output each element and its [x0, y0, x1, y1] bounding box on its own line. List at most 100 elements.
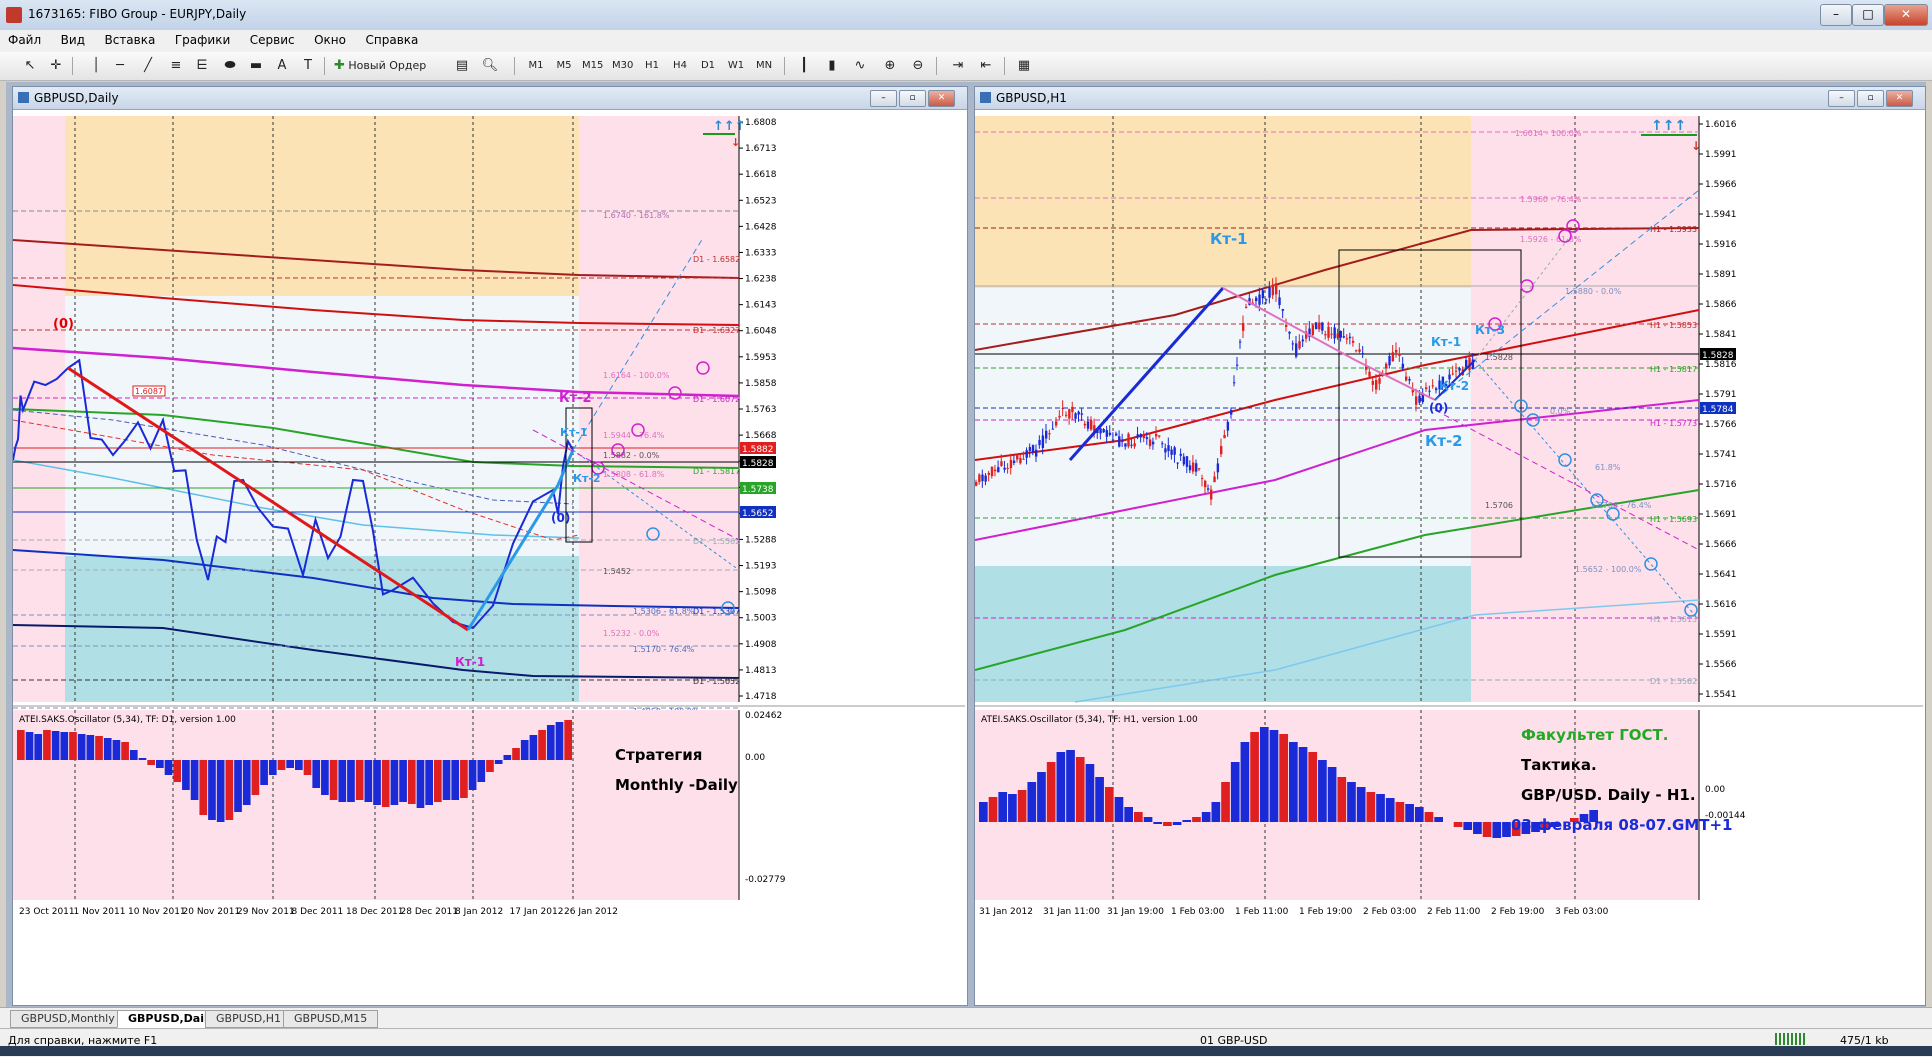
menu-window[interactable]: Окно	[306, 30, 354, 50]
horizontal-line-icon[interactable]: ─	[110, 56, 130, 76]
tab-gbpusd-m15[interactable]: GBPUSD,M15	[283, 1010, 379, 1028]
price-tick-label: 1.4908	[745, 640, 777, 650]
level-label: 1.6740 - 161.8%	[603, 211, 670, 220]
minimize-button[interactable]: –	[1828, 90, 1855, 107]
tf-h1-button[interactable]: H1	[642, 56, 662, 76]
toolbar: ↖ ✛ │ ─ ╱ ≡ ⋿ ⬬ ▬ A T ✚ Новый Ордер ▤ 🔍︎…	[0, 52, 1932, 81]
oscillator-bar	[1182, 820, 1192, 822]
oscillator-bar	[164, 760, 173, 775]
new-order-button[interactable]: ✚ Новый Ордер	[334, 56, 444, 76]
ellipse-icon[interactable]: ⬬	[220, 56, 240, 76]
oscillator-bar	[1075, 757, 1085, 822]
menu-help[interactable]: Справка	[358, 30, 427, 50]
auto-scroll-icon[interactable]: ⇥	[948, 56, 968, 76]
oscillator-bar	[1104, 787, 1114, 822]
chart-window-h1: GBPUSD,H1 – ▫ ✕ 1.6016 1.5991 1.5966 1.5941…	[974, 86, 1926, 1006]
price-tick-label: 1.6333	[745, 248, 777, 258]
restore-button[interactable]: ▫	[1857, 90, 1884, 107]
trendline-icon[interactable]: ╱	[138, 56, 158, 76]
tab-gbpusd-monthly[interactable]: GBPUSD,Monthly	[10, 1010, 126, 1028]
candle-body	[1105, 430, 1109, 437]
price-tick-label: 1.5716	[1705, 480, 1737, 490]
tf-h4-button[interactable]: H4	[670, 56, 690, 76]
tf-d1-button[interactable]: D1	[698, 56, 718, 76]
oscillator-bar	[1172, 822, 1182, 825]
menu-tools[interactable]: Сервис	[242, 30, 303, 50]
vertical-line-icon[interactable]: │	[86, 56, 106, 76]
price-tick-label: 1.5891	[1705, 270, 1737, 280]
chart-shift-icon[interactable]: ⇤	[976, 56, 996, 76]
candle-body	[1185, 456, 1189, 467]
candle-body	[1275, 283, 1278, 295]
price-tick-label: 1.6618	[745, 170, 777, 180]
close-button[interactable]: ✕	[928, 90, 955, 107]
daily-chart-canvas[interactable]: 1.6808 1.6713 1.6618 1.6523 1.6428 1.6333 1.62…	[13, 110, 965, 1004]
oscillator-bar	[1163, 822, 1172, 826]
oscillator-bar	[512, 748, 520, 760]
level-label: 1.5452	[603, 567, 631, 576]
candle-body	[1124, 443, 1127, 447]
candle-body	[1431, 385, 1435, 387]
close-button[interactable]: ✕	[1884, 4, 1928, 26]
osc-tick-label: -0.02779	[745, 875, 786, 885]
minimize-button[interactable]: –	[1820, 4, 1852, 26]
menu-charts[interactable]: Графики	[167, 30, 238, 50]
channel-icon[interactable]: ≡	[166, 56, 186, 76]
tf-m1-button[interactable]: M1	[526, 56, 546, 76]
line-chart-icon[interactable]: ∿	[850, 56, 870, 76]
tf-w1-button[interactable]: W1	[726, 56, 746, 76]
tf-m30-button[interactable]: M30	[612, 56, 633, 76]
bar-chart-icon[interactable]: ┃	[794, 56, 814, 76]
tab-gbpusd-h1[interactable]: GBPUSD,H1	[205, 1010, 292, 1028]
menu-file[interactable]: Файл	[0, 30, 49, 50]
crosshair-icon[interactable]: ✛	[46, 56, 66, 76]
menu-insert[interactable]: Вставка	[96, 30, 163, 50]
label-icon[interactable]: T	[298, 56, 318, 76]
market-watch-icon[interactable]: ▤	[452, 56, 472, 76]
oscillator-bar	[460, 760, 468, 798]
rectangle-icon[interactable]: ▬	[246, 56, 266, 76]
candle-body	[987, 472, 991, 475]
oscillator-bar	[147, 760, 155, 765]
candle-body	[1213, 476, 1216, 483]
fibonacci-icon[interactable]: ⋿	[192, 56, 212, 76]
price-tick-label: 1.5991	[1705, 150, 1737, 160]
candle-body	[1121, 440, 1124, 442]
tactic-note: Тактика.	[1521, 756, 1597, 774]
tf-m15-button[interactable]: M15	[582, 56, 603, 76]
tf-m5-button[interactable]: M5	[554, 56, 574, 76]
h1-chart-canvas[interactable]: 1.6016 1.5991 1.5966 1.5941 1.5916 1.5891 1.58…	[975, 110, 1923, 1004]
app-title: 1673165: FIBO Group - EURJPY,Daily	[28, 7, 247, 21]
date-tick-label: 31 Jan 2012	[979, 907, 1033, 917]
candle-body	[1358, 349, 1361, 352]
menu-view[interactable]: Вид	[53, 30, 93, 50]
candle-body	[997, 467, 1000, 473]
close-button[interactable]: ✕	[1886, 90, 1913, 107]
oscillator-bar	[390, 760, 399, 805]
oscillator-bar	[234, 760, 242, 812]
date-tick-label: 23 Oct 2011	[19, 907, 75, 917]
wave-label-kt2: Кт-2	[1425, 432, 1463, 450]
restore-button[interactable]: ▫	[899, 90, 926, 107]
minimize-button[interactable]: –	[870, 90, 897, 107]
date-tick-label: 29 Nov 2011	[237, 907, 295, 917]
candle-chart-icon[interactable]: ▮	[822, 56, 842, 76]
candle-body	[1405, 376, 1408, 381]
oscillator-bar	[208, 760, 216, 820]
date-tick-label: 8 Jan 2012	[455, 907, 503, 917]
tf-mn-button[interactable]: MN	[754, 56, 774, 76]
candle-body	[1428, 390, 1431, 392]
level-label: 1.5306 - 61.8%	[633, 607, 695, 616]
navigator-icon[interactable]: 🔍︎	[480, 56, 500, 76]
cursor-icon[interactable]: ↖	[20, 56, 40, 76]
price-tick-label: 1.5098	[745, 588, 777, 598]
indicators-icon[interactable]: ▦	[1014, 56, 1034, 76]
price-tick-label: 1.5766	[1705, 420, 1737, 430]
zoom-out-icon[interactable]: ⊖	[908, 56, 928, 76]
zoom-in-icon[interactable]: ⊕	[880, 56, 900, 76]
candle-body	[990, 466, 994, 477]
candle-body	[1223, 435, 1226, 439]
text-icon[interactable]: A	[272, 56, 292, 76]
maximize-button[interactable]: □	[1852, 4, 1884, 26]
oscillator-bar	[1376, 794, 1385, 822]
